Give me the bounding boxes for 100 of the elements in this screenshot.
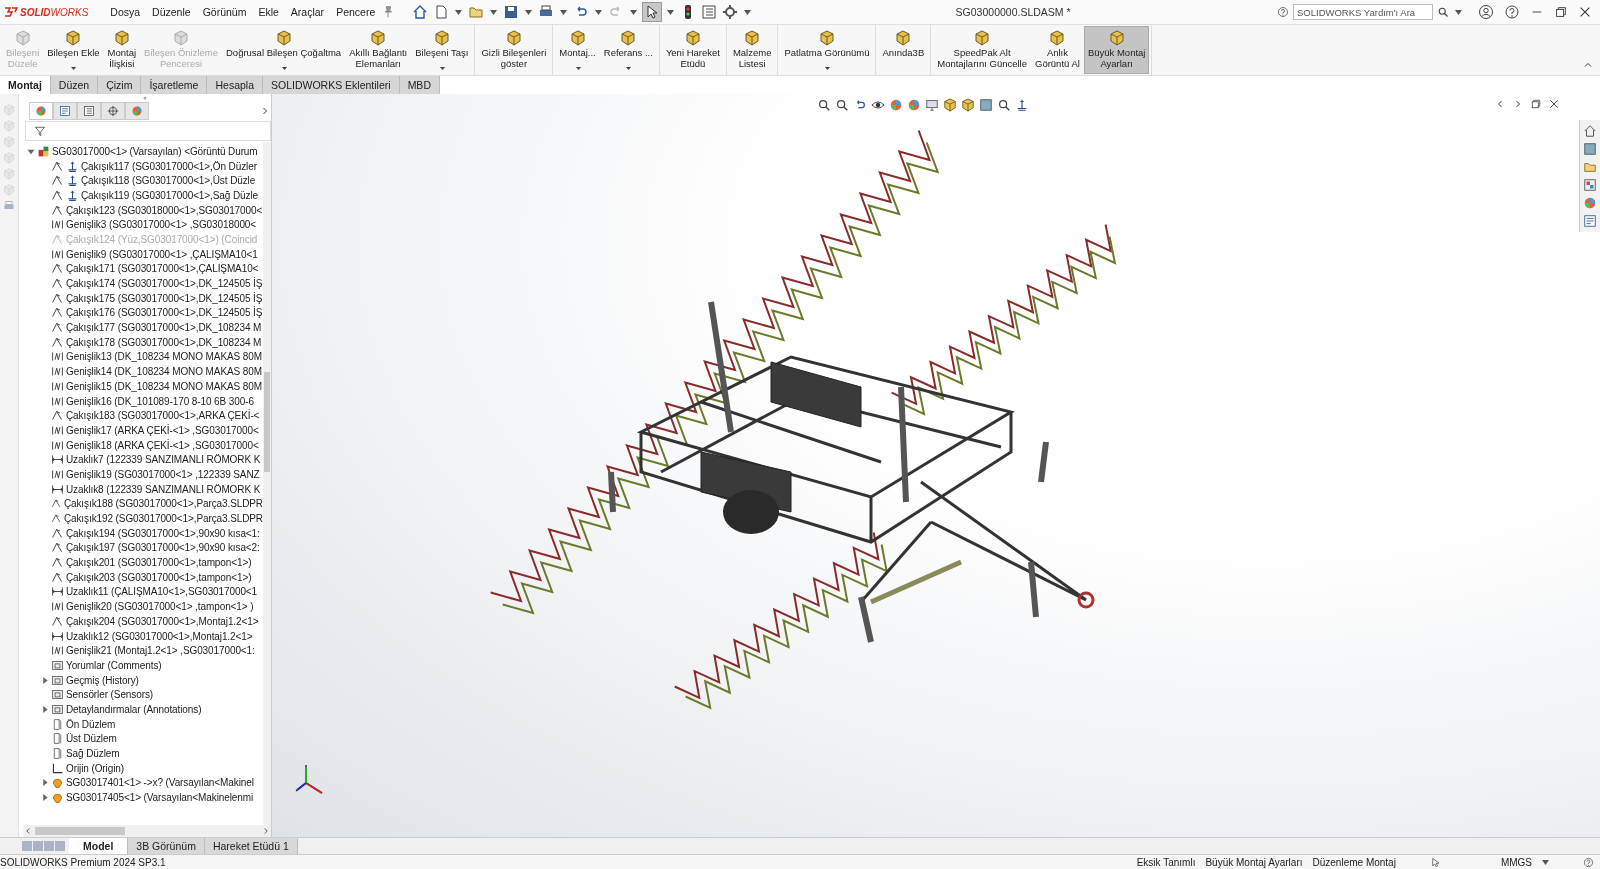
dropdown-caret-icon[interactable]	[1542, 859, 1549, 865]
command-button[interactable]: Patlatma Görünümü	[780, 26, 874, 74]
tree-item[interactable]: Çakışık178 (SG03017000<1>,DK_108234 M	[66, 336, 262, 348]
tree-item[interactable]: Çakışık171 (SG03017000<1>,ÇALIŞMA10<	[66, 263, 259, 275]
command-button[interactable]: SpeedPak Alt Montajlarını Güncelle	[933, 26, 1031, 74]
tree-item[interactable]: Çakışık118 (SG03017000<1>,Üst Düzle	[81, 175, 256, 187]
tree-item[interactable]: Genişlik13 (DK_108234 MONO MAKAS 80M	[66, 351, 262, 363]
dropdown-caret-icon[interactable]	[575, 67, 581, 70]
tree-item[interactable]: Çakışık177 (SG03017000<1>,DK_108234 M	[66, 322, 262, 334]
command-button[interactable]: Referans ...	[599, 26, 657, 74]
vertical-scrollbar[interactable]	[263, 142, 271, 825]
palette-icon[interactable]	[1583, 178, 1597, 192]
tree-item[interactable]: Yorumlar (Comments)	[66, 659, 162, 671]
horizontal-scrollbar[interactable]	[23, 825, 271, 837]
tree-item[interactable]: Çakışık119 (SG03017000<1>,Sağ Düzle	[81, 189, 258, 201]
ribbon-tab[interactable]: SOLIDWORKS Eklentileri	[263, 76, 400, 94]
command-button[interactable]: Büyük Montaj Ayarları	[1083, 26, 1150, 74]
configuration-tab[interactable]	[77, 102, 101, 120]
grip-icon[interactable]	[143, 96, 147, 100]
monitor-icon[interactable]	[925, 98, 939, 112]
command-button[interactable]: Bileşeni Taşı	[411, 26, 473, 74]
command-button[interactable]: Montaj...	[555, 26, 600, 74]
feature-manager-tab[interactable]	[29, 102, 53, 120]
dropdown-caret-icon[interactable]	[281, 67, 287, 70]
tree-item[interactable]: SG03017405<1> (Varsayılan<Makinelenmi	[66, 792, 254, 804]
command-button[interactable]: Anında3B	[878, 26, 929, 74]
expand-arrow-icon[interactable]	[41, 794, 49, 802]
view-orientation-icon[interactable]	[961, 98, 975, 112]
dimxpert-tab[interactable]	[101, 102, 125, 120]
tree-item[interactable]: Genişlik19 (SG03017000<1> ,122339 SANZ	[66, 468, 260, 480]
caret-icon[interactable]	[630, 9, 638, 15]
tree-item[interactable]: Çakışık197 (SG03017000<1>,90x90 kısa<2:	[66, 542, 260, 554]
menu-item[interactable]: Pencere	[330, 4, 382, 20]
command-button[interactable]: Anlık Görüntü Al	[1031, 26, 1084, 74]
caret-icon[interactable]	[490, 9, 498, 15]
tree-item[interactable]: Uzaklık12 (SG03017000<1>,Montaj1.2<1>	[66, 630, 253, 642]
cube-icon[interactable]	[943, 98, 957, 112]
home-icon[interactable]	[1583, 124, 1597, 138]
folder-icon[interactable]	[1583, 160, 1597, 174]
tree-item[interactable]: Genişlik18 (ARKA ÇEKİ-<1> ,SG03017000<	[66, 439, 259, 451]
caret-icon[interactable]	[1455, 9, 1462, 15]
magnifier-icon[interactable]	[997, 98, 1011, 112]
dropdown-caret-icon[interactable]	[824, 67, 830, 70]
tree-item[interactable]: Çakışık117 (SG03017000<1>,Ön Düzler	[81, 160, 257, 172]
ribbon-tab[interactable]: İşaretleme	[141, 76, 208, 94]
units-selector[interactable]: MMGS	[1500, 856, 1532, 868]
appearance-icon[interactable]	[889, 98, 903, 112]
tree-item[interactable]: Geçmiş (History)	[66, 674, 139, 686]
caret-icon[interactable]	[455, 9, 463, 15]
help-icon[interactable]	[1583, 856, 1594, 868]
tree-item[interactable]: Çakışık188 (SG03017000<1>,Parça3.SLDPR	[63, 498, 263, 510]
ribbon-tab[interactable]: MBD	[399, 76, 440, 94]
tree-item[interactable]: Çakışık204 (SG03017000<1>,Montaj1.2<1>	[66, 615, 259, 627]
search-icon[interactable]	[1437, 6, 1449, 18]
expand-arrow-icon[interactable]	[41, 779, 49, 787]
caret-icon[interactable]	[667, 9, 675, 15]
ribbon-tab[interactable]: Çizim	[98, 76, 142, 94]
command-button[interactable]: Akıllı Bağlantı Elemanları	[345, 26, 412, 74]
settings-icon[interactable]	[721, 3, 740, 21]
filter-field[interactable]	[25, 121, 271, 141]
tree-item[interactable]: Çakışık194 (SG03017000<1>,90x90 kısa<1:	[66, 527, 260, 539]
tree-item[interactable]: Çakışık203 (SG03017000<1>,tampon<1>)	[66, 571, 252, 583]
restore-icon[interactable]	[1554, 5, 1568, 19]
tree-item[interactable]: Genişlik16 (DK_101089-170 8-10 6B 300-6	[66, 395, 254, 407]
menu-item[interactable]: Araçlar	[284, 4, 331, 20]
tree-item[interactable]: Sağ Düzlem	[66, 748, 120, 760]
tree-item[interactable]: SG03017000<1> (Varsayılan) <Görüntü Durum	[52, 145, 258, 157]
tree-item[interactable]: Genişlik3 (SG03017000<1> ,SG03018000<	[66, 219, 257, 231]
command-button[interactable]: Bileşen Ekle	[43, 26, 104, 74]
tree-item[interactable]: Çakışık174 (SG03017000<1>,DK_124505 İŞ	[66, 278, 263, 290]
restore-icon[interactable]	[1530, 98, 1542, 110]
ribbon-tab[interactable]: Düzen	[50, 76, 99, 94]
tree-item[interactable]: Uzaklık7 (122339 SANZIMANLI RÖMORK K	[66, 454, 261, 466]
tree-item[interactable]: Uzaklık11 (ÇALIŞMA10<1>,SG03017000<1	[66, 586, 258, 598]
tree-item[interactable]: Genişlik20 (SG03017000<1> ,tampon<1> )	[66, 601, 254, 613]
tree-item[interactable]: Çakışık175 (SG03017000<1>,DK_124505 İŞ	[66, 292, 263, 304]
tree-item[interactable]: Uzaklık8 (122339 SANZIMANLI RÖMORK K	[66, 483, 261, 495]
tree-item[interactable]: Orijin (Origin)	[66, 762, 124, 774]
expand-arrow-icon[interactable]	[27, 147, 35, 155]
ribbon-tab[interactable]: Hesapla	[207, 76, 263, 94]
model-tab[interactable]: 3B Görünüm	[128, 838, 205, 854]
caret-icon[interactable]	[525, 9, 533, 15]
caret-icon[interactable]	[744, 9, 752, 15]
zoom-to-fit-icon[interactable]	[817, 98, 831, 112]
close-icon[interactable]	[1578, 5, 1592, 19]
zoom-area-icon[interactable]	[835, 98, 849, 112]
tree-item[interactable]: Çakışık176 (SG03017000<1>,DK_124505 İŞ	[66, 307, 263, 319]
dropdown-caret-icon[interactable]	[71, 67, 77, 70]
command-button[interactable]: Gizli Bileşenleri göster	[477, 26, 551, 74]
command-button[interactable]: Malzeme Listesi	[728, 26, 776, 74]
model-tab[interactable]: Hareket Etüdü 1	[204, 838, 298, 854]
search-field[interactable]: SOLIDWORKS Yardım'ı Ara	[1293, 4, 1433, 20]
tree-item[interactable]: Genişlik9 (SG03017000<1> ,ÇALIŞMA10<1	[66, 248, 258, 260]
properties-icon[interactable]	[1583, 214, 1597, 228]
dropdown-caret-icon[interactable]	[439, 67, 445, 70]
help-icon[interactable]	[1504, 4, 1520, 20]
menu-item[interactable]: Düzenle	[146, 4, 197, 20]
tree-item[interactable]: Genişlik21 (Montaj1.2<1> ,SG03017000<1:	[66, 645, 255, 657]
tree-item[interactable]: Çakışık192 (SG03017000<1>,Parça3.SLDPR	[63, 513, 263, 525]
menu-item[interactable]: Görünüm	[196, 4, 253, 20]
